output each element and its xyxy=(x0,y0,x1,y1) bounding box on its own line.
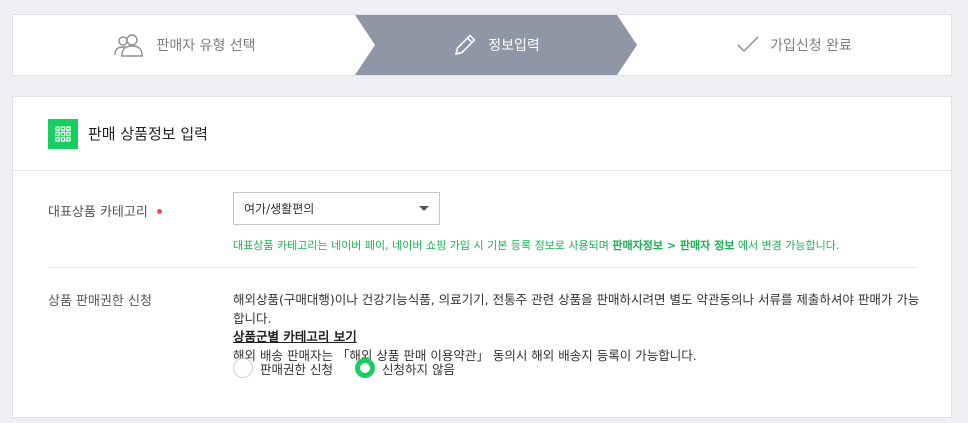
card-header: 판매 상품정보 입력 xyxy=(13,97,951,171)
category-selected-value: 여가/생활편의 xyxy=(244,202,315,216)
required-indicator xyxy=(156,209,162,214)
category-label: 대표상품 카테고리 xyxy=(48,201,162,220)
category-guide-link[interactable]: 상품군별 카테고리 보기 xyxy=(233,329,357,344)
step-seller-type: 판매자 유형 선택 xyxy=(13,15,355,75)
product-info-card: 판매 상품정보 입력 대표상품 카테고리 여가/생활편의 대표상품 카테고리는 … xyxy=(12,96,952,418)
users-icon xyxy=(112,33,146,57)
helper-bold-path: 판매자정보 > 판매자 정보 xyxy=(612,239,735,252)
permission-description: 해외상품(구매대행)이나 건강기능식품, 의료기기, 전통주 관련 상품을 판매… xyxy=(233,291,923,365)
permission-radio-group: 판매권한 신청 신청하지 않음 xyxy=(233,358,477,378)
radio-circle[interactable] xyxy=(233,358,253,378)
step-label: 정보입력 xyxy=(488,38,540,54)
desc-line1: 해외상품(구매대행)이나 건강기능식품, 의료기기, 전통주 관련 상품을 판매… xyxy=(233,292,920,326)
row-divider xyxy=(48,267,916,268)
step-info-input: 정보입력 xyxy=(355,15,637,75)
check-icon xyxy=(736,35,760,55)
grid-icon xyxy=(48,118,78,149)
step-label: 가입신청 완료 xyxy=(770,38,852,54)
radio-label: 판매권한 신청 xyxy=(260,361,333,377)
category-helper-text: 대표상품 카테고리는 네이버 페이, 네이버 쇼핑 가입 시 기본 등록 정보로… xyxy=(233,237,839,253)
pencil-icon xyxy=(452,32,478,58)
permission-label: 상품 판매권한 신청 xyxy=(48,294,152,309)
radio-label: 신청하지 않음 xyxy=(381,361,455,377)
category-select[interactable]: 여가/생활편의 xyxy=(233,192,440,225)
radio-circle-checked[interactable] xyxy=(354,358,375,378)
radio-no-apply[interactable]: 신청하지 않음 xyxy=(354,358,455,378)
chevron-down-icon xyxy=(419,206,429,211)
signup-stepper: 판매자 유형 선택 정보입력 가입신청 완료 xyxy=(12,14,952,76)
category-label-text: 대표상품 카테고리 xyxy=(48,205,148,220)
step-label: 판매자 유형 선택 xyxy=(156,38,256,54)
helper-prefix: 대표상품 카테고리는 네이버 페이, 네이버 쇼핑 가입 시 기본 등록 정보로… xyxy=(233,239,613,252)
step-complete: 가입신청 완료 xyxy=(637,15,951,75)
section-title: 판매 상품정보 입력 xyxy=(88,125,208,143)
radio-apply-permission[interactable]: 판매권한 신청 xyxy=(233,358,333,378)
helper-suffix: 에서 변경 가능합니다. xyxy=(734,239,840,252)
